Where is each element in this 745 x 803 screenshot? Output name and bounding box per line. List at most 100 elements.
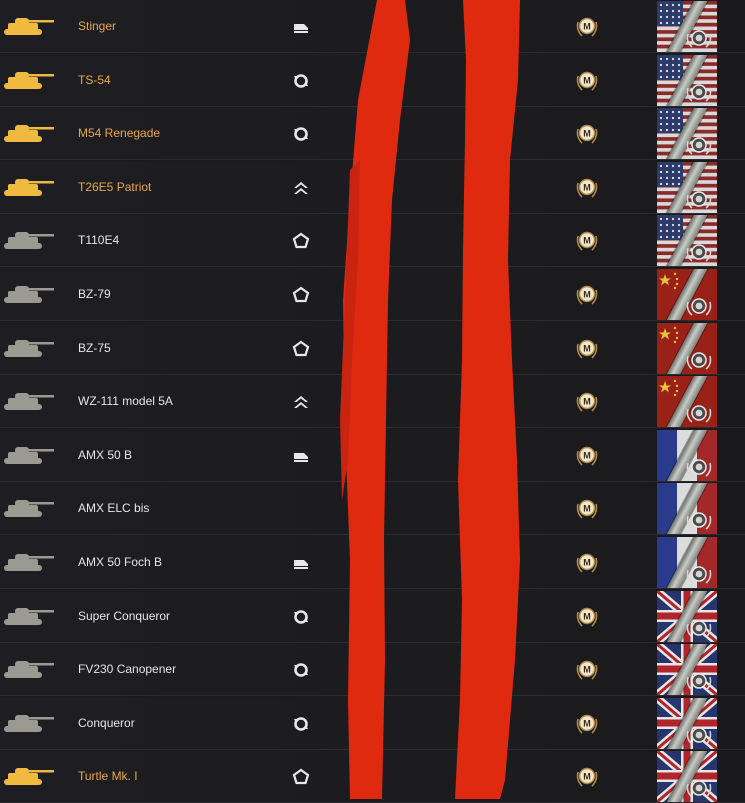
nation-flag-china	[657, 322, 717, 374]
mastery-badge-icon: M	[574, 389, 600, 415]
medium-wheeled-icon	[291, 17, 311, 37]
tank-silhouette-icon	[2, 389, 54, 413]
nation-flag-uk	[657, 644, 717, 696]
vehicle-list: Stinger M TS-54 M M54 Renegade M T26E5 P…	[0, 0, 745, 803]
vehicle-row[interactable]: Super Conqueror M	[0, 589, 745, 643]
vehicle-name: AMX 50 Foch B	[78, 555, 163, 569]
mastery-badge-icon: M	[574, 657, 600, 683]
mastery-badge-icon: M	[574, 175, 600, 201]
class-badge-icon	[685, 26, 713, 50]
svg-text:M: M	[583, 504, 591, 514]
class-badge-icon	[685, 133, 713, 157]
nation-flag-usa	[657, 215, 717, 267]
vehicle-name: BZ-75	[78, 340, 111, 355]
svg-text:M: M	[583, 22, 591, 32]
svg-text:M: M	[583, 236, 591, 246]
tank-silhouette-icon	[2, 443, 54, 467]
svg-text:M: M	[583, 397, 591, 407]
vehicle-row[interactable]: AMX ELC bis M	[0, 482, 745, 536]
nation-flag-usa	[657, 108, 717, 160]
vehicle-row[interactable]: BZ-75 M	[0, 321, 745, 375]
versatile-cycle-icon	[291, 607, 311, 627]
tank-silhouette-icon	[2, 496, 54, 520]
pentagon-icon	[291, 767, 311, 787]
vehicle-row[interactable]: AMX 50 B M	[0, 428, 745, 482]
vehicle-row[interactable]: T110E4 M	[0, 214, 745, 268]
class-badge-icon	[685, 669, 713, 693]
vehicle-name: AMX ELC bis	[78, 501, 150, 516]
class-badge-icon	[685, 616, 713, 640]
mastery-badge-icon: M	[574, 121, 600, 147]
mastery-badge-icon: M	[574, 443, 600, 469]
tank-silhouette-icon	[2, 68, 54, 92]
mastery-badge-icon: M	[574, 496, 600, 522]
tank-silhouette-icon	[2, 764, 54, 788]
mastery-badge-icon: M	[574, 604, 600, 630]
double-chevron-icon	[291, 392, 311, 412]
mastery-badge-icon: M	[574, 764, 600, 790]
versatile-cycle-icon	[291, 660, 311, 680]
tank-silhouette-icon	[2, 14, 54, 38]
class-badge-icon	[685, 294, 713, 318]
svg-text:M: M	[583, 558, 591, 568]
class-badge-icon	[685, 562, 713, 586]
nation-flag-china	[657, 376, 717, 428]
tank-silhouette-icon	[2, 336, 54, 360]
nation-flag-uk	[657, 751, 717, 803]
vehicle-row[interactable]: Conqueror M	[0, 696, 745, 750]
vehicle-name: Super Conqueror	[78, 608, 171, 623]
mastery-badge-icon: M	[574, 282, 600, 308]
svg-text:M: M	[583, 772, 591, 782]
tank-silhouette-icon	[2, 282, 54, 306]
tank-silhouette-icon	[2, 657, 54, 681]
nation-flag-france	[657, 483, 717, 535]
svg-text:M: M	[583, 75, 591, 85]
tank-silhouette-icon	[2, 711, 54, 735]
pentagon-icon	[291, 339, 311, 359]
svg-text:M: M	[583, 611, 591, 621]
tank-silhouette-icon	[2, 604, 54, 628]
mastery-badge-icon: M	[574, 14, 600, 40]
class-badge-icon	[685, 455, 713, 479]
vehicle-row[interactable]: T26E5 Patriot M	[0, 160, 745, 214]
nation-flag-usa	[657, 161, 717, 213]
nation-flag-france	[657, 537, 717, 588]
vehicle-row[interactable]: FV230 Canopener M	[0, 643, 745, 697]
nation-flag-usa	[657, 54, 717, 106]
vehicle-name: Conqueror	[78, 715, 135, 730]
vehicle-row[interactable]: BZ-79 M	[0, 268, 745, 321]
vehicle-name: T26E5 Patriot	[78, 179, 152, 194]
svg-text:M: M	[583, 718, 591, 728]
vehicle-row[interactable]: TS-54 M	[0, 53, 745, 107]
pentagon-icon	[291, 231, 311, 251]
vehicle-name: WZ-111 model 5A	[78, 394, 173, 409]
vehicle-row[interactable]: WZ-111 model 5A M	[0, 375, 745, 429]
tank-silhouette-icon	[2, 228, 54, 252]
svg-text:M: M	[583, 665, 591, 675]
nation-flag-usa	[657, 1, 717, 52]
versatile-cycle-icon	[291, 71, 311, 91]
mastery-badge-icon: M	[574, 68, 600, 94]
class-badge-icon	[685, 80, 713, 104]
svg-text:M: M	[583, 129, 591, 139]
vehicle-row[interactable]: M54 Renegade M	[0, 107, 745, 161]
vehicle-name: AMX 50 B	[78, 447, 133, 462]
svg-text:M: M	[583, 343, 591, 353]
vehicle-row[interactable]: Stinger M	[0, 0, 745, 53]
vehicle-row[interactable]: Turtle Mk. I M	[0, 750, 745, 803]
vehicle-name: T110E4	[78, 233, 120, 248]
medium-wheeled-icon	[291, 553, 311, 573]
nation-flag-china	[657, 269, 717, 320]
class-badge-icon	[685, 240, 713, 264]
nation-flag-france	[657, 429, 717, 481]
nation-flag-uk	[657, 697, 717, 749]
class-badge-icon	[685, 348, 713, 372]
class-badge-icon	[685, 723, 713, 747]
vehicle-row[interactable]: AMX 50 Foch B M	[0, 536, 745, 589]
class-badge-icon	[685, 776, 713, 800]
tank-silhouette-icon	[2, 550, 54, 574]
mastery-badge-icon: M	[574, 336, 600, 362]
vehicle-name: TS-54	[78, 72, 111, 87]
vehicle-name: FV230 Canopener	[78, 662, 177, 677]
tank-silhouette-icon	[2, 175, 54, 199]
